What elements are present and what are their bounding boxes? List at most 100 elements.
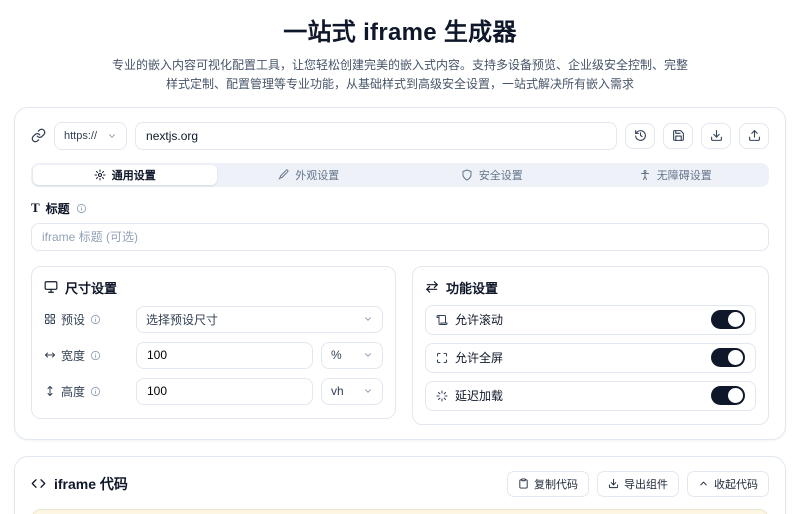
toggle-label-text: 允许滚动	[455, 311, 503, 328]
history-button[interactable]	[625, 123, 655, 149]
info-icon[interactable]	[90, 314, 101, 325]
code-header: iframe 代码 复制代码 导出组件 收起代码	[31, 471, 769, 497]
feature-settings-heading: 功能设置	[425, 278, 756, 297]
tab-appearance[interactable]: 外观设置	[217, 165, 401, 185]
height-row: 高度 vh	[44, 378, 383, 405]
width-label: 宽度	[44, 347, 128, 364]
info-icon[interactable]	[76, 203, 87, 214]
toggle-row-fullscreen: 允许全屏	[425, 343, 756, 373]
toggle-label-text: 允许全屏	[455, 349, 503, 366]
allow-scrolling-toggle[interactable]	[711, 310, 745, 329]
title-input[interactable]	[31, 223, 769, 251]
scroll-icon	[436, 314, 448, 326]
settings-columns: 尺寸设置 预设 选择预设尺寸 宽度	[31, 266, 769, 425]
code-title-text: iframe 代码	[54, 474, 128, 494]
lazy-load-toggle[interactable]	[711, 386, 745, 405]
preset-select[interactable]: 选择预设尺寸	[136, 306, 383, 333]
settings-tabs: 通用设置 外观设置 安全设置 无障碍设置	[31, 163, 769, 187]
tab-general[interactable]: 通用设置	[33, 165, 217, 185]
link-icon	[31, 128, 46, 143]
export-component-button[interactable]: 导出组件	[597, 471, 679, 497]
download-icon	[608, 478, 619, 489]
info-icon[interactable]	[90, 386, 101, 397]
preset-icon	[44, 313, 56, 325]
allow-fullscreen-toggle[interactable]	[711, 348, 745, 367]
chevron-down-icon	[363, 350, 373, 360]
collapse-button-label: 收起代码	[714, 476, 758, 492]
type-icon: T	[31, 200, 40, 216]
accessibility-icon	[639, 169, 651, 181]
height-unit-select[interactable]: vh	[321, 378, 383, 405]
width-input[interactable]	[136, 342, 313, 369]
toggle-label: 允许全屏	[436, 349, 503, 366]
width-arrows-icon	[44, 349, 56, 361]
chevron-down-icon	[363, 386, 373, 396]
toggle-label: 延迟加载	[436, 387, 503, 404]
fullscreen-icon	[436, 352, 448, 364]
size-settings-heading: 尺寸设置	[44, 278, 383, 297]
width-label-text: 宽度	[61, 347, 85, 364]
page-title: 一站式 iframe 生成器	[14, 12, 786, 47]
paintbrush-icon	[277, 169, 289, 181]
code-card: iframe 代码 复制代码 导出组件 收起代码 1<iframe2 src="…	[14, 456, 786, 514]
toggle-label: 允许滚动	[436, 311, 503, 328]
monitor-icon	[44, 280, 58, 294]
width-unit-select[interactable]: %	[321, 342, 383, 369]
shield-icon	[461, 169, 473, 181]
tab-accessibility[interactable]: 无障碍设置	[584, 165, 768, 185]
chevron-down-icon	[107, 131, 117, 141]
preset-label: 预设	[44, 311, 128, 328]
tab-label: 无障碍设置	[657, 167, 712, 183]
subtitle-line-1: 专业的嵌入内容可视化配置工具，让您轻松创建完美的嵌入式内容。支持多设备预览、企业…	[14, 56, 786, 75]
features-icon	[425, 280, 439, 294]
preset-label-text: 预设	[61, 311, 85, 328]
toggle-row-scrolling: 允许滚动	[425, 305, 756, 335]
height-input[interactable]	[136, 378, 313, 405]
chevron-up-icon	[698, 478, 709, 489]
preset-row: 预设 选择预设尺寸	[44, 306, 383, 333]
feature-settings-card: 功能设置 允许滚动 允许全屏	[412, 266, 769, 425]
copy-code-button[interactable]: 复制代码	[507, 471, 589, 497]
toggle-label-text: 延迟加载	[455, 387, 503, 404]
upload-icon	[748, 129, 761, 142]
export-button[interactable]	[739, 123, 769, 149]
title-label-text: 标题	[46, 200, 70, 217]
gear-icon	[94, 169, 106, 181]
tab-label: 安全设置	[479, 167, 523, 183]
size-heading-text: 尺寸设置	[65, 278, 117, 297]
config-card: https:// 通用设置	[14, 107, 786, 440]
save-button[interactable]	[663, 123, 693, 149]
toggle-row-lazyload: 延迟加载	[425, 381, 756, 411]
copy-button-label: 复制代码	[534, 476, 578, 492]
import-button[interactable]	[701, 123, 731, 149]
chevron-down-icon	[363, 314, 373, 324]
tab-security[interactable]: 安全设置	[400, 165, 584, 185]
height-arrows-icon	[44, 385, 56, 397]
protocol-select[interactable]: https://	[54, 122, 127, 150]
page-subtitle: 专业的嵌入内容可视化配置工具，让您轻松创建完美的嵌入式内容。支持多设备预览、企业…	[14, 56, 786, 95]
code-title: iframe 代码	[31, 474, 128, 494]
width-unit-value: %	[331, 348, 342, 362]
subtitle-line-2: 样式定制、配置管理等专业功能，从基础样式到高级安全设置，一站式解决所有嵌入需求	[14, 75, 786, 94]
feature-heading-text: 功能设置	[446, 278, 498, 297]
export-button-label: 导出组件	[624, 476, 668, 492]
protocol-value: https://	[64, 130, 97, 142]
page: 一站式 iframe 生成器 专业的嵌入内容可视化配置工具，让您轻松创建完美的嵌…	[0, 0, 800, 514]
size-settings-card: 尺寸设置 预设 选择预设尺寸 宽度	[31, 266, 396, 419]
download-icon	[710, 129, 723, 142]
code-actions: 复制代码 导出组件 收起代码	[507, 471, 769, 497]
code-icon	[31, 476, 46, 491]
title-field-label: T 标题	[31, 200, 769, 217]
tab-label: 外观设置	[295, 167, 339, 183]
info-icon[interactable]	[90, 350, 101, 361]
save-icon	[672, 129, 685, 142]
url-input[interactable]	[135, 122, 617, 150]
code-block: 1<iframe2 src="https://nextjs.org" width…	[31, 509, 769, 514]
height-label-text: 高度	[61, 383, 85, 400]
collapse-code-button[interactable]: 收起代码	[687, 471, 769, 497]
height-unit-value: vh	[331, 384, 344, 398]
history-icon	[634, 129, 647, 142]
preset-select-value: 选择预设尺寸	[146, 311, 218, 328]
width-row: 宽度 %	[44, 342, 383, 369]
loader-icon	[436, 390, 448, 402]
